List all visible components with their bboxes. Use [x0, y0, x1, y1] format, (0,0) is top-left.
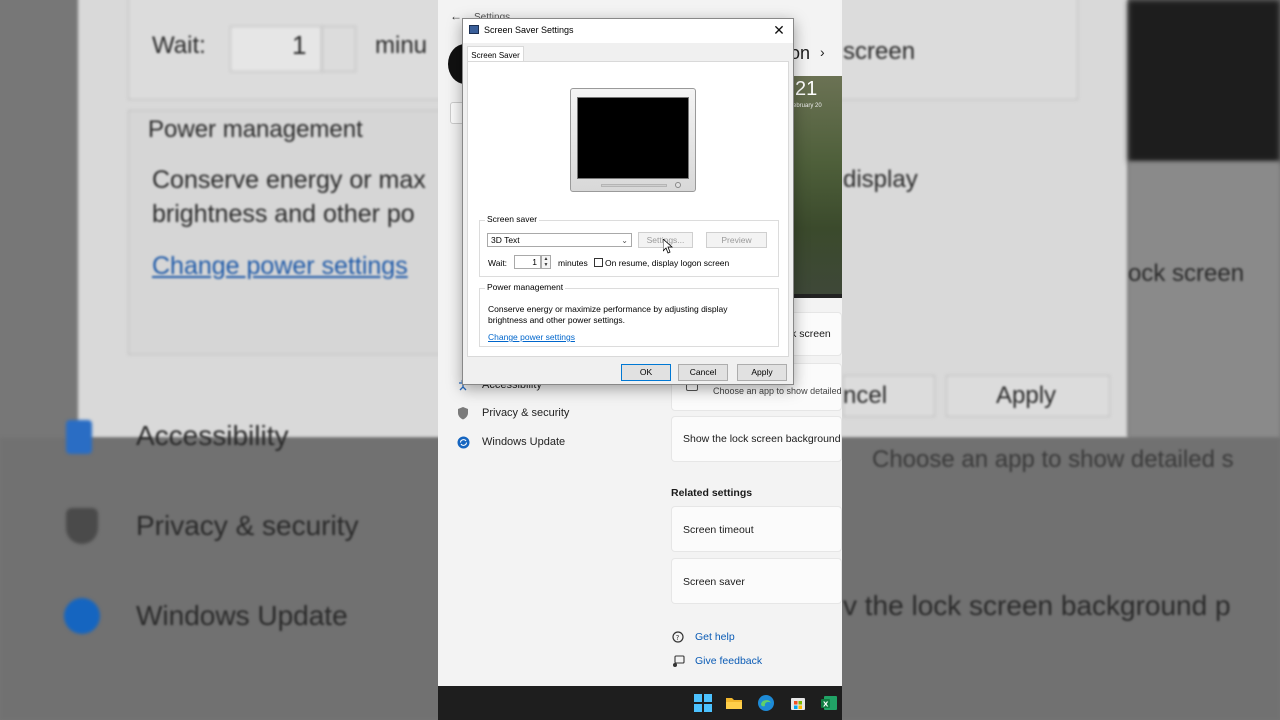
- preview-date: ebruary 20: [793, 103, 822, 109]
- change-power-settings-link[interactable]: Change power settings: [488, 332, 575, 342]
- bg-accessibility-icon: [66, 420, 92, 454]
- back-button[interactable]: ←: [450, 9, 462, 23]
- screen-saver-label: Screen saver: [683, 576, 745, 588]
- power-knob-icon: [675, 182, 681, 188]
- choose-app-text: Choose an app to show detailed: [713, 386, 842, 396]
- bg-power-box: [128, 110, 448, 355]
- preview-screen: [577, 97, 689, 179]
- power-management-group: Power management Conserve energy or maxi…: [479, 282, 779, 347]
- bg-apply: Apply: [996, 382, 1057, 409]
- nav-privacy-label: Privacy & security: [482, 407, 570, 419]
- close-button[interactable]: ✕: [770, 21, 788, 39]
- chevron-down-icon: ⌄: [621, 236, 628, 245]
- preview-button[interactable]: Preview: [706, 232, 767, 248]
- monitor-base: [601, 184, 667, 187]
- store-icon[interactable]: [789, 694, 807, 712]
- chevron-right-icon: ›: [820, 44, 825, 60]
- bg-wait-value: 1: [292, 30, 307, 60]
- bg-accessibility: Accessibility: [136, 420, 289, 451]
- get-help-link[interactable]: ? Get help: [671, 630, 735, 644]
- dialog-titlebar[interactable]: Screen Saver Settings ✕: [463, 19, 793, 43]
- monitor-preview: [570, 88, 696, 192]
- resume-label: On resume, display logon screen: [605, 258, 730, 268]
- tab-panel: Screen saver 3D Text ⌄ Settings... Previ…: [467, 61, 789, 357]
- bg-cancel: ncel: [843, 382, 888, 409]
- screen-saver-dialog: Screen Saver Settings ✕ Screen Saver Scr…: [462, 18, 794, 385]
- nav-windows-update[interactable]: Windows Update: [456, 435, 565, 449]
- update-icon: [456, 435, 470, 449]
- svg-text:?: ?: [675, 634, 679, 642]
- bg-lock-screen: ock screen: [1128, 260, 1245, 287]
- bg-lock-bg: v the lock screen background p: [843, 590, 1231, 621]
- bg-power-desc-2: brightness and other po: [152, 200, 415, 228]
- ok-button[interactable]: OK: [621, 364, 671, 381]
- give-feedback-link[interactable]: Give feedback: [671, 654, 762, 668]
- bg-wait-input: [230, 26, 322, 72]
- bg-display: display: [843, 166, 918, 193]
- screen-timeout-label: Screen timeout: [683, 524, 754, 536]
- wait-input[interactable]: 1: [514, 255, 541, 269]
- screen-saver-select[interactable]: 3D Text ⌄: [487, 233, 632, 247]
- preview-clock: 21: [795, 78, 818, 100]
- bg-power-desc-1: Conserve energy or max: [152, 166, 426, 194]
- nav-windows-update-label: Windows Update: [482, 436, 566, 448]
- wait-spinner[interactable]: ▲ ▼: [541, 255, 551, 269]
- bg-privacy: Privacy & security: [136, 510, 359, 541]
- selected-screen-saver: 3D Text: [491, 235, 520, 245]
- screen-saver-card[interactable]: Screen saver: [671, 558, 842, 604]
- bg-right-strip: [1128, 162, 1280, 438]
- bg-choose-app: Choose an app to show detailed s: [872, 446, 1234, 473]
- bg-update-icon: [64, 598, 100, 634]
- bg-minutes: minu: [375, 32, 428, 59]
- help-icon: ?: [671, 630, 685, 644]
- bg-change-power: Change power settings: [152, 252, 408, 280]
- screen-timeout-card[interactable]: Screen timeout: [671, 506, 842, 552]
- give-feedback-label: Give feedback: [695, 655, 763, 667]
- show-lock-bg-text: Show the lock screen background p: [683, 433, 842, 445]
- file-explorer-icon[interactable]: [725, 694, 743, 712]
- apply-button[interactable]: Apply: [737, 364, 787, 381]
- bg-shield-icon: [66, 508, 98, 544]
- resume-checkbox[interactable]: [594, 258, 603, 267]
- screen-saver-group: Screen saver 3D Text ⌄ Settings... Previ…: [479, 214, 779, 277]
- bg-screen-heading: screen: [843, 38, 916, 65]
- taskbar: X: [438, 686, 842, 720]
- lock-bg-card[interactable]: Show the lock screen background p: [671, 416, 842, 462]
- preview-bottom-bar: [793, 294, 842, 298]
- dialog-title: Screen Saver Settings: [484, 25, 574, 35]
- feedback-icon: [671, 654, 685, 668]
- bg-windows-update: Windows Update: [136, 600, 348, 631]
- edge-browser-icon[interactable]: [757, 694, 775, 712]
- bg-dark-corner: [1128, 0, 1280, 162]
- shield-icon: [456, 406, 470, 420]
- tab-strip: Screen Saver: [463, 43, 793, 64]
- lock-screen-preview: 21 ebruary 20: [793, 76, 842, 294]
- screen-saver-app-icon: [469, 25, 479, 34]
- bg-power-title: Power management: [148, 116, 363, 143]
- svg-text:X: X: [823, 701, 829, 709]
- power-description: Conserve energy or maximize performance …: [488, 304, 728, 325]
- related-settings-heading: Related settings: [671, 487, 753, 499]
- windows-start-icon[interactable]: [694, 694, 712, 712]
- excel-icon[interactable]: X: [820, 694, 838, 712]
- bg-wait-label: Wait:: [152, 32, 206, 59]
- nav-privacy[interactable]: Privacy & security: [456, 406, 569, 420]
- wait-label: Wait:: [488, 258, 508, 268]
- power-group-label: Power management: [485, 282, 566, 292]
- minutes-label: minutes: [558, 258, 588, 268]
- bg-spin: [322, 26, 356, 72]
- cancel-button[interactable]: Cancel: [678, 364, 728, 381]
- get-help-label: Get help: [695, 631, 735, 643]
- screen-saver-group-label: Screen saver: [485, 214, 540, 224]
